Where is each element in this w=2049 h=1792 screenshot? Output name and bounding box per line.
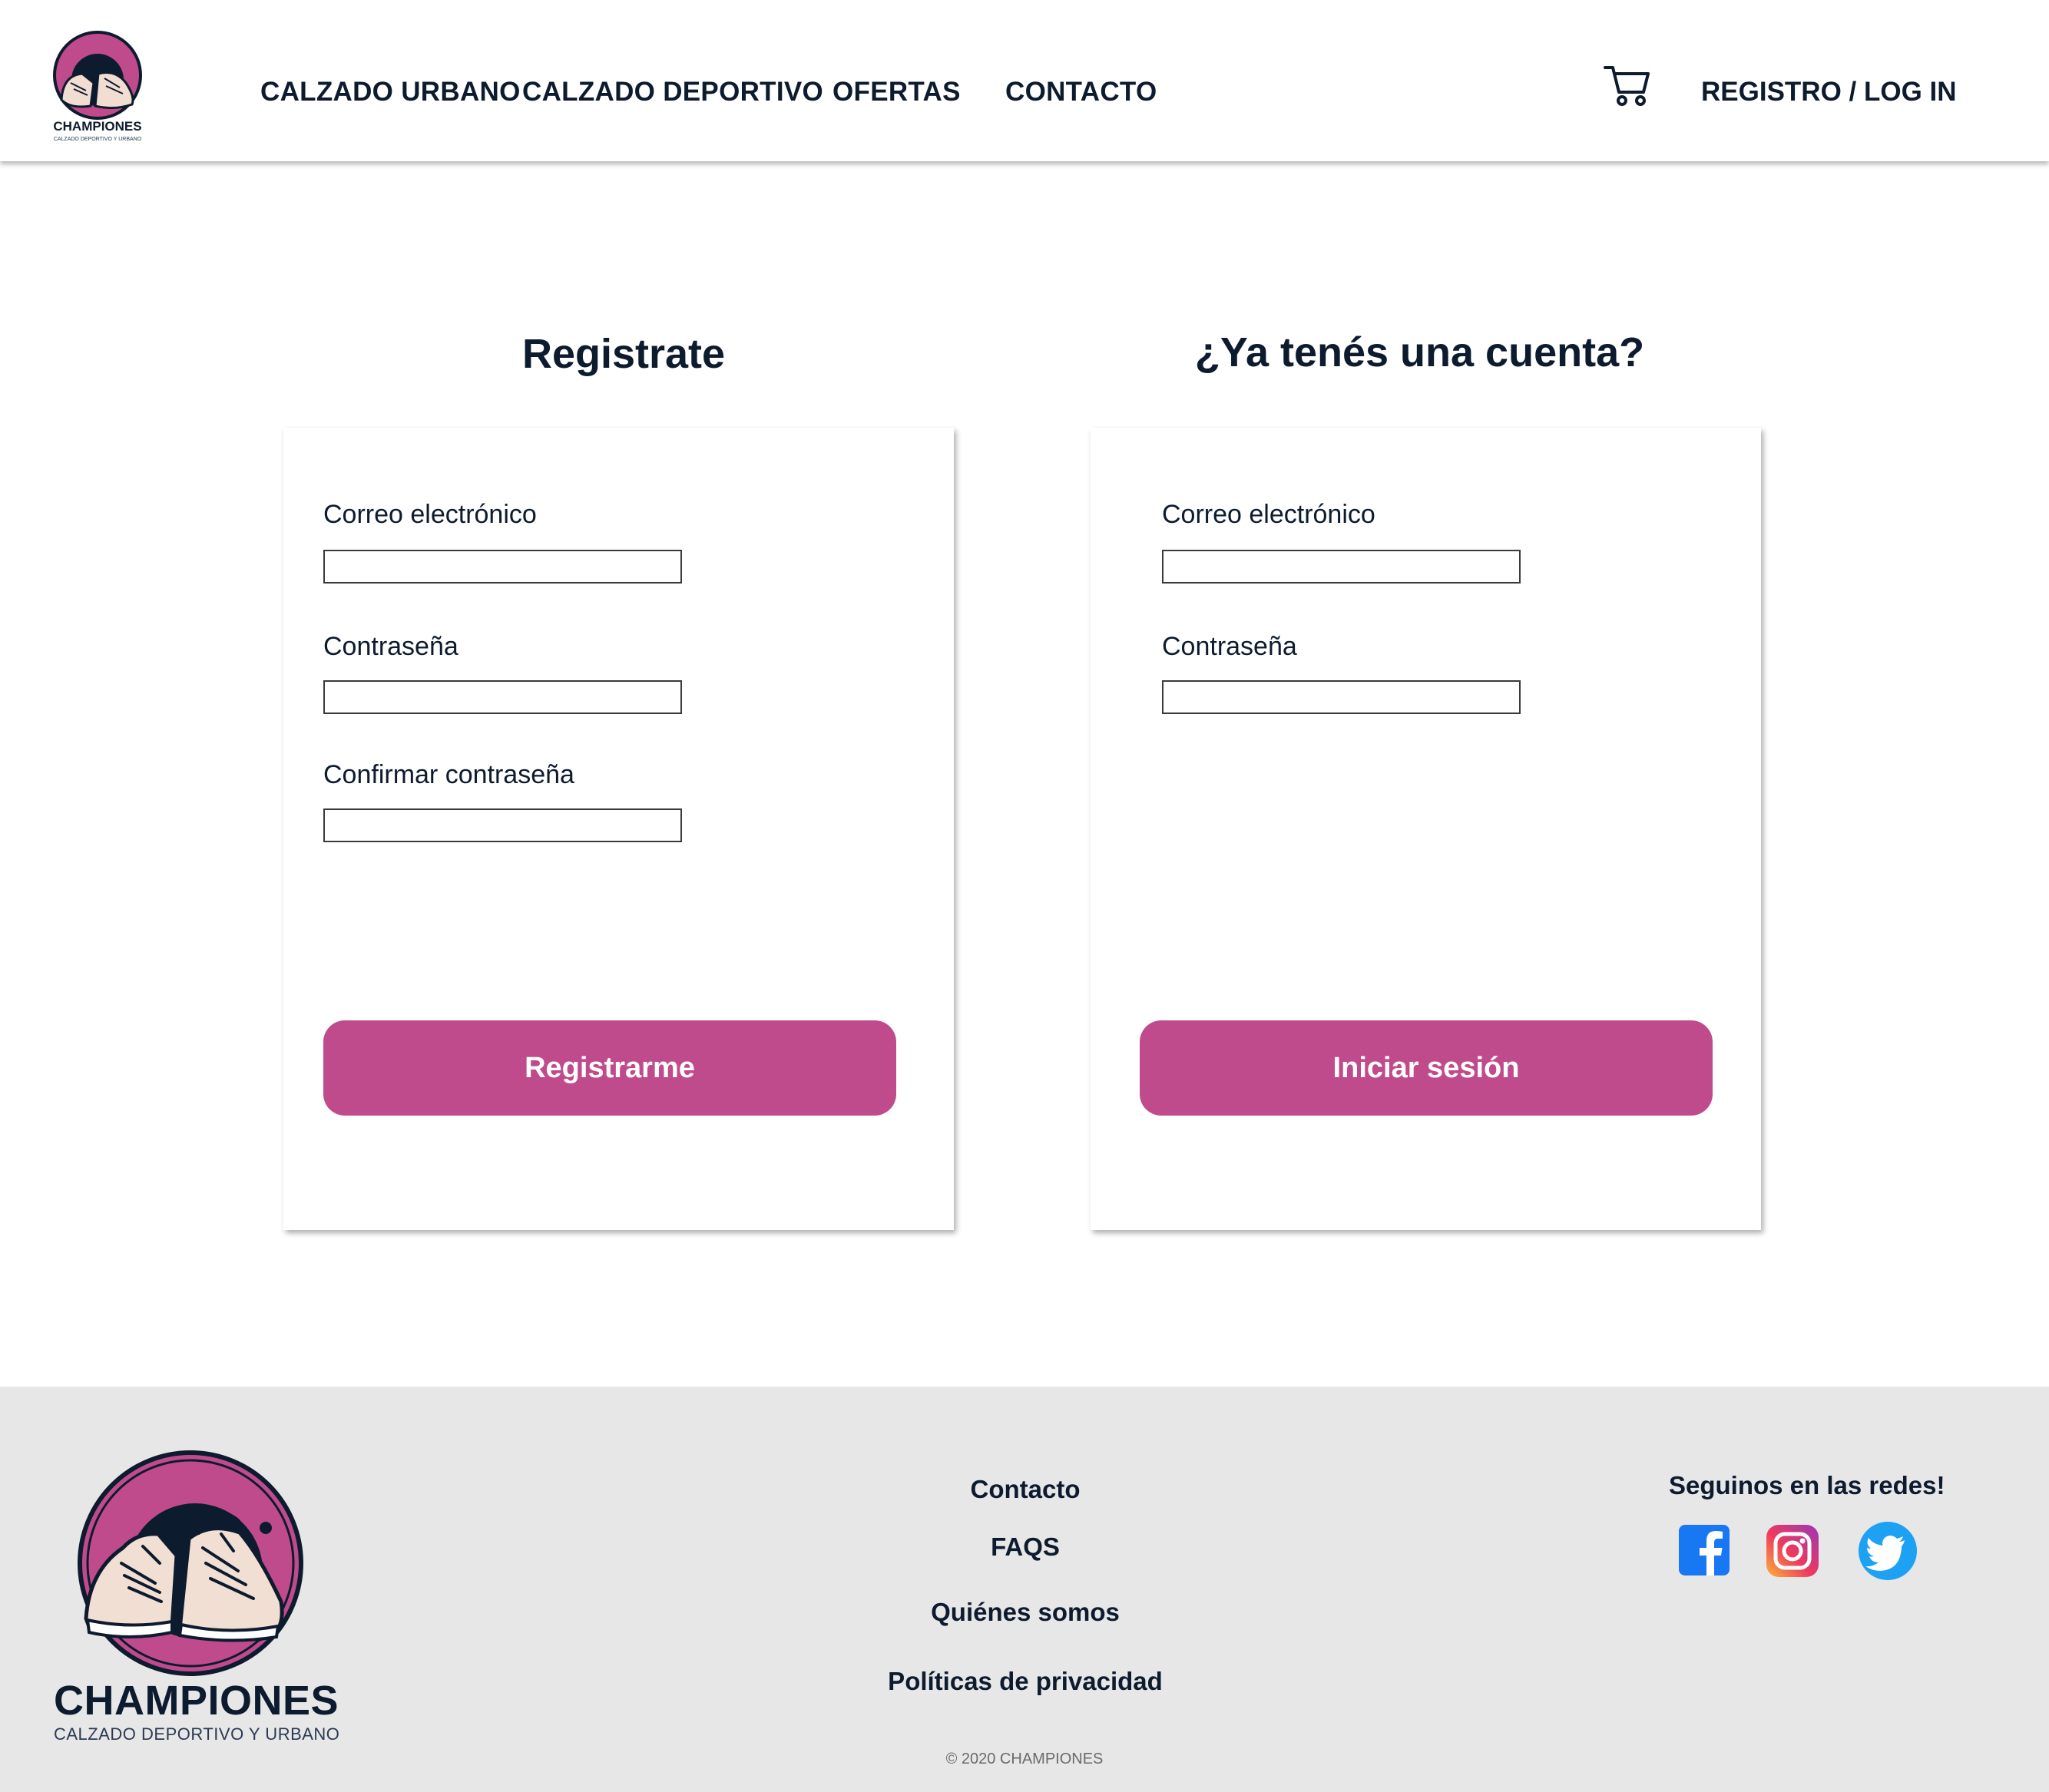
register-card: Correo electrónico Contraseña Confirmar … (283, 428, 954, 1230)
register-confirm-label: Confirmar contraseña (323, 760, 574, 789)
register-password-input[interactable] (323, 680, 682, 714)
footer-link-quienes-somos[interactable]: Quiénes somos (931, 1598, 1120, 1627)
login-title: ¿Ya tenés una cuenta? (1194, 329, 1645, 375)
nav-calzado-urbano[interactable]: CALZADO URBANO (260, 74, 521, 111)
login-password-input[interactable] (1162, 680, 1521, 714)
login-email-input[interactable] (1162, 550, 1521, 584)
footer-link-privacidad[interactable]: Políticas de privacidad (888, 1667, 1163, 1696)
nav-calzado-deportivo[interactable]: CALZADO DEPORTIVO (522, 74, 823, 111)
register-email-input[interactable] (323, 550, 682, 584)
footer-link-faqs[interactable]: FAQS (991, 1532, 1060, 1562)
register-email-label: Correo electrónico (323, 500, 537, 529)
facebook-icon[interactable] (1677, 1523, 1733, 1579)
svg-text:CALZADO DEPORTIVO Y URBANO: CALZADO DEPORTIVO Y URBANO (54, 137, 142, 142)
social-title: Seguinos en las redes! (1669, 1471, 1945, 1499)
login-register-link[interactable]: REGISTRO / LOG IN (1701, 74, 1957, 111)
site-footer: CHAMPIONES CALZADO DEPORTIVO Y URBANO Co… (0, 1387, 2049, 1792)
register-title: Registrate (521, 331, 726, 377)
footer-brand-tagline: CALZADO DEPORTIVO Y URBANO (54, 1724, 340, 1744)
site-header: CHAMPIONES CALZADO DEPORTIVO Y URBANO CA… (0, 0, 2049, 161)
copyright-text: © 2020 CHAMPIONES (945, 1751, 1104, 1767)
shopping-cart-icon[interactable] (1604, 63, 1651, 107)
login-email-label: Correo electrónico (1162, 500, 1375, 529)
login-card: Correo electrónico Contraseña Iniciar se… (1091, 428, 1761, 1230)
register-button[interactable]: Registrarme (323, 1020, 896, 1116)
nav-ofertas[interactable]: OFERTAS (833, 74, 961, 111)
nav-contacto[interactable]: CONTACTO (1005, 74, 1157, 111)
championes-logo-large (78, 1450, 303, 1676)
register-password-label: Contraseña (323, 632, 458, 661)
instagram-icon[interactable] (1765, 1523, 1820, 1579)
championes-logo[interactable]: CHAMPIONES CALZADO DEPORTIVO Y URBANO (40, 29, 155, 144)
footer-link-contacto[interactable]: Contacto (971, 1475, 1081, 1504)
login-button[interactable]: Iniciar sesión (1140, 1020, 1713, 1116)
svg-text:CHAMPIONES: CHAMPIONES (53, 119, 141, 134)
twitter-icon[interactable] (1857, 1520, 1918, 1582)
footer-brand-name: CHAMPIONES (54, 1678, 339, 1724)
login-password-label: Contraseña (1162, 632, 1297, 661)
register-confirm-input[interactable] (323, 808, 682, 842)
